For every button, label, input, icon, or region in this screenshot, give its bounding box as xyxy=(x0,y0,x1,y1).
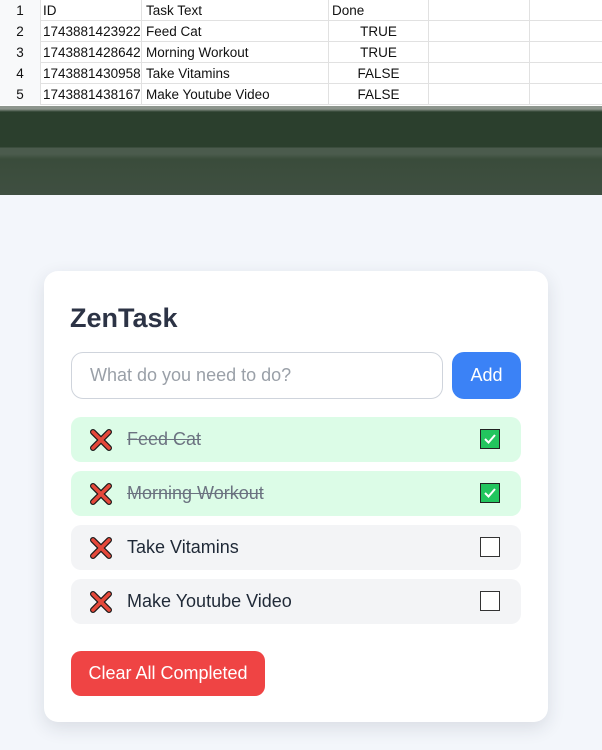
todo-card: ZenTask Add Feed Cat Morning Workout xyxy=(44,271,548,722)
empty-cell[interactable] xyxy=(429,84,530,105)
row-number[interactable]: 4 xyxy=(0,63,41,84)
cell-done[interactable]: TRUE xyxy=(329,21,429,42)
task-label: Make Youtube Video xyxy=(127,591,292,611)
row-number[interactable]: 3 xyxy=(0,42,41,63)
check-icon xyxy=(484,434,496,444)
check-icon xyxy=(484,488,496,498)
empty-cell[interactable] xyxy=(530,84,602,105)
spreadsheet: 1 ID Task Text Done 2 1743881423922 Feed… xyxy=(0,0,602,106)
cell-task-text[interactable]: Make Youtube Video xyxy=(142,84,329,105)
clear-completed-button[interactable]: Clear All Completed xyxy=(71,651,265,696)
cross-icon[interactable] xyxy=(89,428,113,452)
sheet-row: 3 1743881428642 Morning Workout TRUE xyxy=(0,42,602,63)
empty-cell[interactable] xyxy=(530,21,602,42)
app-title: ZenTask xyxy=(70,303,178,333)
cell-id[interactable]: 1743881430958 xyxy=(41,63,142,84)
new-task-input[interactable] xyxy=(71,352,443,399)
row-number[interactable]: 5 xyxy=(0,84,41,105)
empty-cell[interactable] xyxy=(530,42,602,63)
empty-cell[interactable] xyxy=(429,0,530,21)
add-button[interactable]: Add xyxy=(452,352,521,399)
row-number[interactable]: 1 xyxy=(0,0,41,21)
empty-cell[interactable] xyxy=(429,21,530,42)
task-item: Morning Workout xyxy=(71,471,521,516)
task-label: Morning Workout xyxy=(127,483,264,503)
row-number[interactable]: 2 xyxy=(0,21,41,42)
sheet-row: 4 1743881430958 Take Vitamins FALSE xyxy=(0,63,602,84)
cell-id[interactable]: 1743881423922 xyxy=(41,21,142,42)
cell-task-text[interactable]: Feed Cat xyxy=(142,21,329,42)
cell-id[interactable]: 1743881428642 xyxy=(41,42,142,63)
cell-done[interactable]: FALSE xyxy=(329,84,429,105)
header-task-text[interactable]: Task Text xyxy=(142,0,329,21)
task-checkbox[interactable] xyxy=(480,537,500,557)
cross-icon[interactable] xyxy=(89,536,113,560)
cell-task-text[interactable]: Take Vitamins xyxy=(142,63,329,84)
task-label: Take Vitamins xyxy=(127,537,239,557)
empty-cell[interactable] xyxy=(530,63,602,84)
empty-cell[interactable] xyxy=(429,63,530,84)
task-item: Take Vitamins xyxy=(71,525,521,570)
empty-cell[interactable] xyxy=(530,0,602,21)
task-item: Feed Cat xyxy=(71,417,521,462)
cell-done[interactable]: FALSE xyxy=(329,63,429,84)
header-done[interactable]: Done xyxy=(329,0,429,21)
cell-id[interactable]: 1743881438167 xyxy=(41,84,142,105)
header-id[interactable]: ID xyxy=(41,0,142,21)
task-checkbox[interactable] xyxy=(480,591,500,611)
task-checkbox[interactable] xyxy=(480,483,500,503)
sheet-header-row: 1 ID Task Text Done xyxy=(0,0,602,21)
cross-icon[interactable] xyxy=(89,590,113,614)
task-item: Make Youtube Video xyxy=(71,579,521,624)
cross-icon[interactable] xyxy=(89,482,113,506)
window-chrome-band xyxy=(0,106,602,195)
cell-task-text[interactable]: Morning Workout xyxy=(142,42,329,63)
sheet-row: 5 1743881438167 Make Youtube Video FALSE xyxy=(0,84,602,105)
empty-cell[interactable] xyxy=(429,42,530,63)
sheet-row: 2 1743881423922 Feed Cat TRUE xyxy=(0,21,602,42)
task-label: Feed Cat xyxy=(127,429,202,449)
cell-done[interactable]: TRUE xyxy=(329,42,429,63)
task-checkbox[interactable] xyxy=(480,429,500,449)
